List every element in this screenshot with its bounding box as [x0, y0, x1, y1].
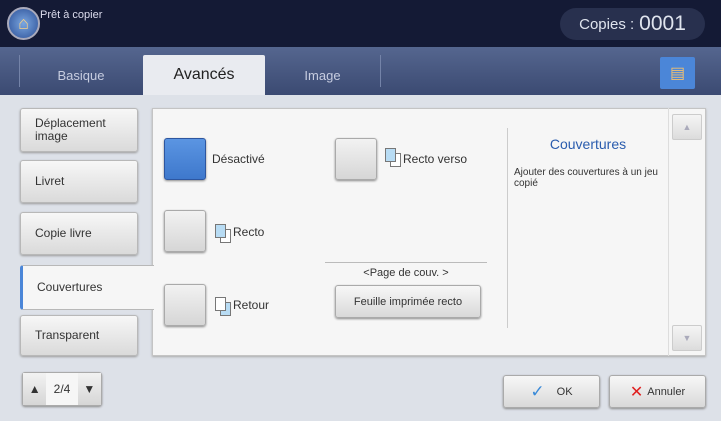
tab-bar: Basique Avancés Image: [0, 47, 721, 95]
copies-label: Copies :: [579, 15, 635, 33]
front-page-icon: [215, 224, 232, 244]
back-page-icon: [215, 297, 232, 317]
page-navigator: ▲ 2/4 ▼: [22, 372, 102, 406]
option-recto-verso-button[interactable]: [335, 138, 377, 180]
option-desactive-button[interactable]: [164, 138, 206, 180]
cancel-label: Annuler: [647, 385, 686, 398]
divider: [325, 262, 487, 263]
option-retour-button[interactable]: [164, 284, 206, 326]
sidebar-item-deplacement-image[interactable]: Déplacement image: [20, 108, 138, 152]
option-recto-button[interactable]: [164, 210, 206, 252]
cancel-button[interactable]: ✕ Annuler: [609, 375, 706, 408]
divider: [507, 128, 508, 328]
sidebar-item-transparent[interactable]: Transparent: [20, 315, 138, 356]
option-desactive-label: Désactivé: [212, 152, 265, 166]
info-title: Couvertures: [549, 136, 627, 152]
cover-page-label: <Page de couv. >: [363, 267, 449, 279]
close-icon: ✕: [629, 383, 644, 401]
cover-page-button[interactable]: Feuille imprimée recto: [335, 285, 481, 318]
page-up-button[interactable]: ▲: [23, 373, 47, 405]
page-down-button[interactable]: ▼: [77, 373, 102, 405]
ok-button[interactable]: ✓ OK: [503, 375, 600, 408]
option-retour-label: Retour: [233, 298, 270, 312]
sidebar-item-copie-livre[interactable]: Copie livre: [20, 212, 138, 255]
scroll-down-button[interactable]: ▼: [672, 325, 702, 351]
option-recto-verso-label: Recto verso: [403, 152, 468, 166]
tab-image[interactable]: Image: [265, 55, 380, 95]
copies-value: 0001: [639, 12, 686, 35]
ok-label: OK: [556, 385, 573, 398]
status-bar: ⌂ Prêt à copier Copies : 0001: [0, 0, 721, 47]
duplex-page-icon: [385, 148, 402, 168]
status-text: Prêt à copier: [40, 9, 103, 21]
tab-basique[interactable]: Basique: [20, 55, 142, 95]
info-description: Ajouter des couvertures à un jeu copié: [514, 167, 658, 189]
sidebar-item-couvertures[interactable]: Couvertures: [20, 265, 154, 310]
tab-avances[interactable]: Avancés: [143, 55, 265, 95]
page-indicator: 2/4: [53, 382, 71, 396]
scroll-up-button[interactable]: ▲: [672, 114, 702, 140]
job-settings-icon[interactable]: ▤: [660, 57, 695, 89]
scrollbar[interactable]: [668, 108, 706, 356]
check-icon: ✓: [530, 381, 545, 401]
sidebar-item-livret[interactable]: Livret: [20, 160, 138, 203]
option-recto-label: Recto: [233, 225, 265, 239]
home-icon[interactable]: ⌂: [7, 7, 40, 40]
copies-counter[interactable]: Copies : 0001: [560, 8, 705, 40]
